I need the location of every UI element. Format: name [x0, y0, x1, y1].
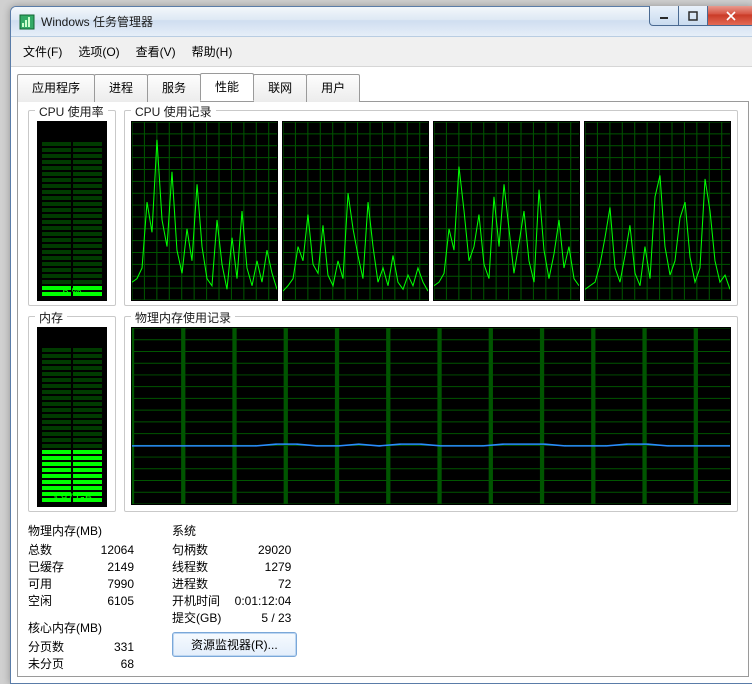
stat-value: 5 / 23 — [229, 609, 299, 626]
memory-group: 内存 3.97 GB — [28, 316, 116, 512]
tab-applications[interactable]: 应用程序 — [17, 74, 95, 102]
stat-label: 空闲 — [28, 592, 72, 609]
mem-history-chart — [131, 327, 731, 505]
stat-value: 6105 — [72, 592, 142, 609]
menu-help[interactable]: 帮助(H) — [186, 41, 239, 62]
cpu-history-label: CPU 使用记录 — [131, 103, 216, 120]
tab-services[interactable]: 服务 — [147, 74, 201, 102]
maximize-button[interactable] — [678, 6, 708, 26]
stat-value: 68 — [72, 655, 142, 672]
cpu-history-chart-3 — [584, 121, 731, 301]
tab-users[interactable]: 用户 — [306, 74, 360, 102]
stat-label: 句柄数 — [172, 541, 229, 558]
stat-value: 2149 — [72, 558, 142, 575]
menu-options[interactable]: 选项(O) — [72, 41, 125, 62]
phys-mem-heading: 物理内存(MB) — [28, 522, 142, 539]
stat-value: 12064 — [72, 541, 142, 558]
window-title: Windows 任务管理器 — [41, 13, 650, 30]
cpu-usage-meter: 6 % — [37, 121, 107, 301]
minimize-button[interactable] — [649, 6, 679, 26]
tab-strip: 应用程序 进程 服务 性能 联网 用户 — [11, 67, 752, 101]
memory-label: 内存 — [35, 309, 67, 326]
stat-value: 0:01:12:04 — [229, 592, 299, 609]
stat-label: 提交(GB) — [172, 609, 229, 626]
stat-value: 1279 — [229, 558, 299, 575]
cpu-usage-label: CPU 使用率 — [35, 103, 108, 120]
cpu-history-group: CPU 使用记录 — [124, 110, 738, 306]
cpu-history-chart-2 — [433, 121, 580, 301]
stat-label: 未分页 — [28, 655, 72, 672]
resource-monitor-button[interactable]: 资源监视器(R)... — [172, 632, 297, 657]
task-manager-window: Windows 任务管理器 文件(F) 选项(O) 查看(V) 帮助(H) 应用… — [10, 6, 752, 684]
stat-value: 72 — [229, 575, 299, 592]
stat-label: 进程数 — [172, 575, 229, 592]
menu-bar: 文件(F) 选项(O) 查看(V) 帮助(H) — [11, 37, 752, 67]
mem-history-group: 物理内存使用记录 — [124, 316, 738, 512]
memory-meter: 3.97 GB — [37, 327, 107, 507]
stat-label: 已缓存 — [28, 558, 72, 575]
phys-mem-stats: 物理内存(MB) 总数12064 已缓存2149 可用7990 空闲6105 核… — [28, 522, 142, 672]
tab-networking[interactable]: 联网 — [253, 74, 307, 102]
cpu-usage-value: 6 % — [38, 286, 106, 298]
system-heading: 系统 — [172, 522, 299, 539]
memory-value: 3.97 GB — [38, 492, 106, 504]
tab-performance[interactable]: 性能 — [200, 73, 254, 101]
stat-label: 总数 — [28, 541, 72, 558]
stat-label: 可用 — [28, 575, 72, 592]
system-stats: 系统 句柄数29020 线程数1279 进程数72 开机时间0:01:12:04… — [172, 522, 299, 672]
close-button[interactable] — [707, 6, 752, 26]
cpu-usage-group: CPU 使用率 6 % — [28, 110, 116, 306]
stat-value: 29020 — [229, 541, 299, 558]
stat-label: 开机时间 — [172, 592, 229, 609]
stat-value: 331 — [72, 638, 142, 655]
menu-file[interactable]: 文件(F) — [17, 41, 68, 62]
performance-pane: CPU 使用率 6 % CPU 使用记录 内存 — [17, 101, 749, 677]
stat-label: 分页数 — [28, 638, 72, 655]
tab-processes[interactable]: 进程 — [94, 74, 148, 102]
cpu-history-chart-0 — [131, 121, 278, 301]
window-controls — [650, 7, 752, 36]
stat-label: 线程数 — [172, 558, 229, 575]
mem-history-label: 物理内存使用记录 — [131, 309, 235, 326]
stat-value: 7990 — [72, 575, 142, 592]
titlebar[interactable]: Windows 任务管理器 — [11, 7, 752, 37]
kernel-mem-heading: 核心内存(MB) — [28, 619, 142, 636]
cpu-history-chart-1 — [282, 121, 429, 301]
menu-view[interactable]: 查看(V) — [130, 41, 182, 62]
app-icon — [19, 14, 35, 30]
